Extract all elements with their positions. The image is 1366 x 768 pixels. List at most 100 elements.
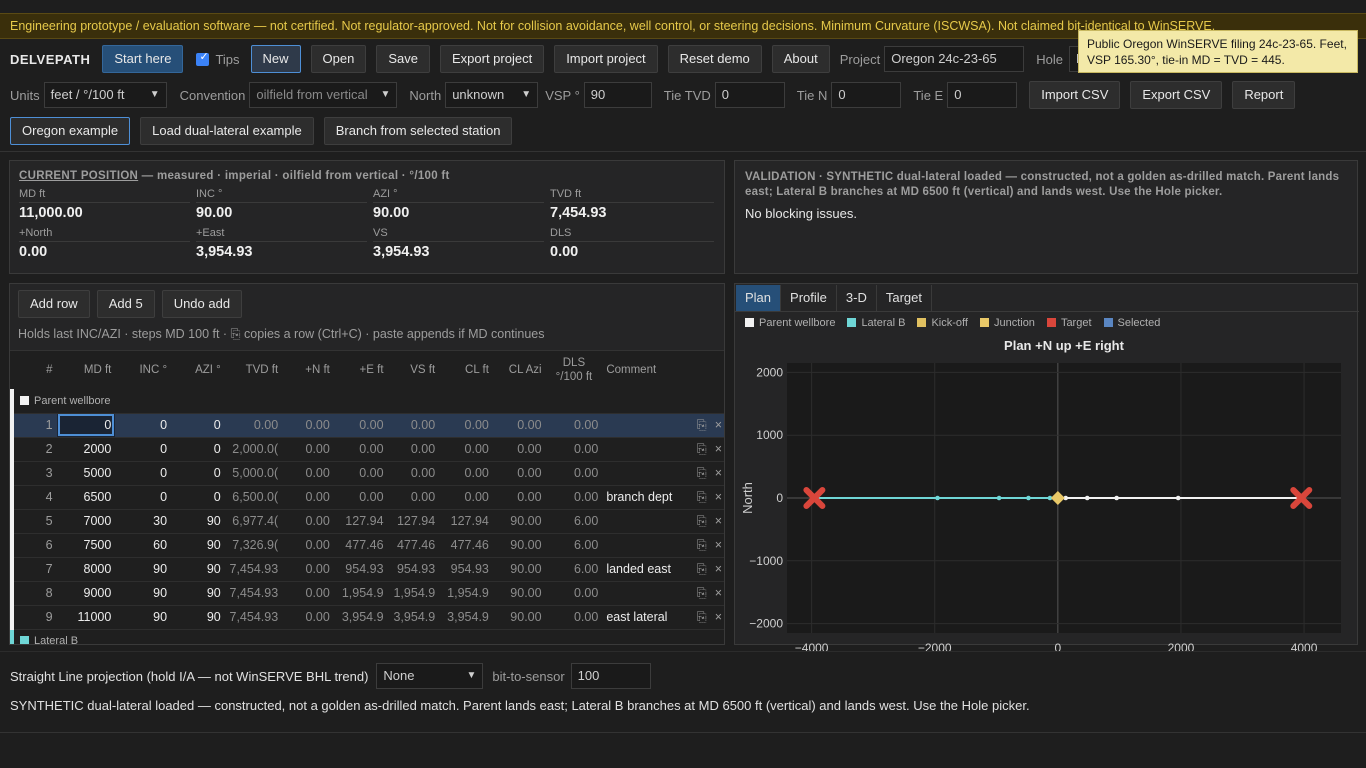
delete-icon[interactable]: × bbox=[715, 514, 722, 528]
save-button[interactable]: Save bbox=[376, 45, 430, 73]
cell-inc[interactable]: 0 bbox=[115, 461, 172, 486]
delete-icon[interactable]: × bbox=[715, 538, 722, 552]
cell-inc[interactable]: 0 bbox=[115, 485, 172, 510]
table-row[interactable]: 4 6500 0 0 6,500.0(0.00 0.00 0.00 0.00 0.00 0.00 b… bbox=[10, 485, 724, 510]
oregon-example-button[interactable]: Oregon example bbox=[10, 117, 131, 145]
table-row[interactable]: 7 8000 90 90 7,454.93 0.00 954.93 954.93 954.93 9… bbox=[10, 557, 724, 582]
table-row[interactable]: 9 11000 90 90 7,454.93 0.00 3,954.9 3,954.9 3,95… bbox=[10, 605, 724, 630]
cell-azi[interactable]: 0 bbox=[171, 437, 225, 462]
cell-md[interactable]: 8000 bbox=[56, 557, 116, 582]
cell-md[interactable]: 2000 bbox=[56, 437, 116, 462]
new-button[interactable]: New bbox=[250, 45, 301, 73]
cell-comment[interactable]: branch dept bbox=[602, 485, 684, 510]
cell-azi[interactable]: 90 bbox=[171, 509, 225, 534]
tab-target[interactable]: Target bbox=[877, 285, 932, 311]
delete-icon[interactable]: × bbox=[715, 586, 722, 600]
tab-profile[interactable]: Profile bbox=[781, 285, 837, 311]
cell-md[interactable]: 0 bbox=[56, 413, 116, 438]
delete-icon[interactable]: × bbox=[715, 562, 722, 576]
add-five-button[interactable]: Add 5 bbox=[96, 290, 155, 318]
cell-comment[interactable]: landed east bbox=[602, 557, 684, 582]
cell-azi[interactable]: 0 bbox=[171, 413, 225, 438]
convention-select[interactable]: oilfield from vertical ▼ bbox=[249, 82, 398, 108]
about-button[interactable]: About bbox=[771, 45, 830, 73]
cell-comment[interactable] bbox=[602, 461, 684, 486]
tab-plan[interactable]: Plan bbox=[736, 285, 782, 311]
north-select[interactable]: unknown ▼ bbox=[445, 82, 539, 108]
copy-icon[interactable]: ⎘ bbox=[697, 610, 707, 624]
cell-inc[interactable]: 0 bbox=[115, 413, 172, 438]
export-csv-button[interactable]: Export CSV bbox=[1130, 81, 1223, 109]
legend-item[interactable]: Parent wellbore bbox=[745, 317, 835, 329]
table-row[interactable]: 2 2000 0 0 2,000.0(0.00 0.00 0.00 0.00 0.00 0.00 ⎘… bbox=[10, 437, 724, 462]
copy-icon[interactable]: ⎘ bbox=[697, 490, 707, 504]
undo-add-button[interactable]: Undo add bbox=[161, 290, 243, 318]
legend-item[interactable]: Junction bbox=[979, 317, 1035, 329]
copy-icon[interactable]: ⎘ bbox=[697, 586, 707, 600]
import-csv-button[interactable]: Import CSV bbox=[1029, 81, 1121, 109]
cell-md[interactable]: 11000 bbox=[56, 605, 116, 630]
delete-icon[interactable]: × bbox=[715, 466, 722, 480]
cell-azi[interactable]: 0 bbox=[171, 485, 225, 510]
cell-inc[interactable]: 0 bbox=[115, 437, 172, 462]
cell-azi[interactable]: 90 bbox=[171, 557, 225, 582]
table-row[interactable]: 8 9000 90 90 7,454.93 0.00 1,954.9 1,954.9 1,954… bbox=[10, 581, 724, 606]
legend-item[interactable]: Kick-off bbox=[917, 317, 968, 329]
export-project-button[interactable]: Export project bbox=[439, 45, 545, 73]
cell-inc[interactable]: 60 bbox=[115, 533, 172, 558]
project-name-input[interactable]: Oregon 24c-23-65 bbox=[884, 46, 1025, 72]
table-row[interactable]: 6 7500 60 90 7,326.9(0.00 477.46 477.46 477.46 9… bbox=[10, 533, 724, 558]
legend-item[interactable]: Lateral B bbox=[847, 317, 905, 329]
cell-inc[interactable]: 90 bbox=[115, 581, 172, 606]
copy-icon[interactable]: ⎘ bbox=[697, 466, 707, 480]
cell-comment[interactable] bbox=[602, 413, 684, 438]
cell-inc[interactable]: 90 bbox=[115, 605, 172, 630]
cell-inc[interactable]: 30 bbox=[115, 509, 172, 534]
dual-lateral-example-button[interactable]: Load dual-lateral example bbox=[140, 117, 314, 145]
copy-icon[interactable]: ⎘ bbox=[697, 418, 707, 432]
tie-e-input[interactable]: 0 bbox=[947, 82, 1018, 108]
delete-icon[interactable]: × bbox=[715, 442, 722, 456]
cell-comment[interactable] bbox=[602, 533, 684, 558]
copy-icon[interactable]: ⎘ bbox=[697, 562, 707, 576]
table-row[interactable]: 1 0 0 0 0.00 0.00 0.00 0.00 0.00 0.00 0.00 ⎘ × bbox=[10, 413, 724, 438]
cell-azi[interactable]: 90 bbox=[171, 605, 225, 630]
cell-md[interactable]: 6500 bbox=[56, 485, 116, 510]
cell-comment[interactable] bbox=[602, 581, 684, 606]
report-button[interactable]: Report bbox=[1232, 81, 1296, 109]
import-project-button[interactable]: Import project bbox=[554, 45, 658, 73]
cell-azi[interactable]: 90 bbox=[171, 581, 225, 606]
table-row[interactable]: 3 5000 0 0 5,000.0(0.00 0.00 0.00 0.00 0.00 0.00 ⎘… bbox=[10, 461, 724, 486]
copy-icon[interactable]: ⎘ bbox=[697, 538, 707, 552]
open-button[interactable]: Open bbox=[310, 45, 367, 73]
legend-item[interactable]: Selected bbox=[1103, 317, 1160, 329]
tie-n-input[interactable]: 0 bbox=[831, 82, 902, 108]
cell-inc[interactable]: 90 bbox=[115, 557, 172, 582]
tab-3d[interactable]: 3-D bbox=[837, 285, 877, 311]
tips-checkbox[interactable]: ✓ bbox=[196, 51, 210, 66]
table-row[interactable]: 5 7000 30 90 6,977.4(0.00 127.94 127.94 127.94 9… bbox=[10, 509, 724, 534]
vsp-input[interactable]: 90 bbox=[583, 82, 652, 108]
cell-azi[interactable]: 90 bbox=[171, 533, 225, 558]
cell-md[interactable]: 7000 bbox=[56, 509, 116, 534]
cell-md[interactable]: 5000 bbox=[56, 461, 116, 486]
cell-comment[interactable]: east lateral bbox=[602, 605, 684, 630]
delete-icon[interactable]: × bbox=[715, 418, 722, 432]
tie-tvd-input[interactable]: 0 bbox=[714, 82, 785, 108]
copy-icon[interactable]: ⎘ bbox=[697, 442, 707, 456]
projection-select[interactable]: None ▼ bbox=[376, 663, 484, 689]
reset-demo-button[interactable]: Reset demo bbox=[667, 45, 762, 73]
add-row-button[interactable]: Add row bbox=[18, 290, 90, 318]
copy-icon[interactable]: ⎘ bbox=[697, 514, 707, 528]
legend-item[interactable]: Target bbox=[1046, 317, 1092, 329]
bit-to-sensor-input[interactable]: 100 bbox=[570, 663, 651, 689]
cell-comment[interactable] bbox=[602, 509, 684, 534]
branch-from-station-button[interactable]: Branch from selected station bbox=[323, 117, 513, 145]
cell-md[interactable]: 7500 bbox=[56, 533, 116, 558]
units-select[interactable]: feet / °/100 ft ▼ bbox=[43, 82, 167, 108]
cell-md[interactable]: 9000 bbox=[56, 581, 116, 606]
start-here-button[interactable]: Start here bbox=[102, 45, 184, 73]
delete-icon[interactable]: × bbox=[715, 610, 722, 624]
delete-icon[interactable]: × bbox=[715, 490, 722, 504]
cell-comment[interactable] bbox=[602, 437, 684, 462]
